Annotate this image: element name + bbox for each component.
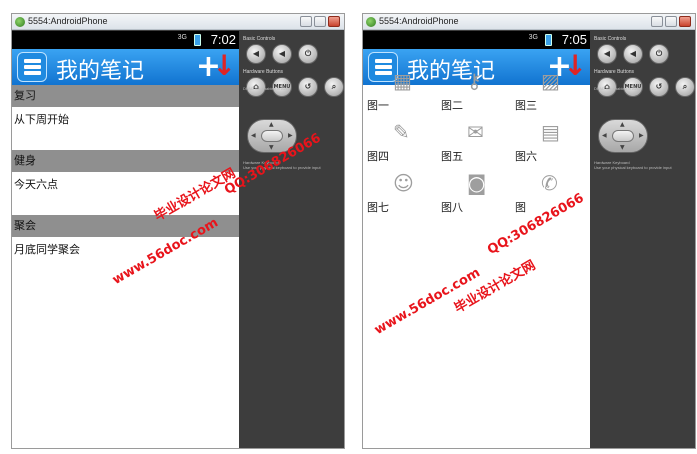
search-icon[interactable]: ⌕ (324, 77, 344, 97)
window-titlebar[interactable]: 5554:AndroidPhone (363, 14, 695, 30)
dpad-down-icon[interactable]: ▼ (620, 144, 625, 151)
action-bar: 我的笔记 + ↓ (12, 49, 239, 85)
dpad-center[interactable] (612, 130, 634, 142)
grid-item[interactable]: ✉ 图五 (437, 120, 507, 176)
phone-screen: 3G 7:05 我的笔记 + ↓ ▦ 图一 ⚷ 图二 ▨ 图三 ✎ 图四 ✉ 图… (363, 31, 590, 448)
dpad-right-icon[interactable]: ▶ (288, 132, 293, 139)
grid-item[interactable]: ▤ 图六 (511, 120, 581, 176)
keyboard-desc: Use your physical keyboard to provide in… (594, 165, 672, 170)
grid-item[interactable]: ✎ 图四 (363, 120, 433, 176)
hardware-buttons-label: Hardware Buttons (594, 69, 635, 75)
phone-screen: 3G 7:02 我的笔记 + ↓ 复习 从下周开始 健身 今天六点 聚会 月底同… (12, 31, 239, 448)
app-title: 我的笔记 (56, 59, 145, 84)
dpad-right-icon[interactable]: ▶ (639, 132, 644, 139)
dpad-note: DPAD not enabled in AVD (243, 86, 289, 91)
battery-icon (194, 34, 201, 46)
grid-item[interactable]: ⚷ 图二 (437, 69, 507, 125)
back-icon[interactable]: ↺ (298, 77, 318, 97)
note-item[interactable]: 从下周开始 (12, 107, 239, 150)
window-titlebar[interactable]: 5554:AndroidPhone (12, 14, 344, 30)
signal-icon: 3G (177, 34, 187, 41)
app-icon (366, 17, 376, 27)
document-icon: ▤ (541, 120, 560, 144)
app-icon (15, 17, 25, 27)
grid-label: 图三 (515, 99, 537, 112)
dpad-up-icon[interactable]: ▲ (620, 121, 625, 128)
status-time: 7:02 (210, 32, 236, 47)
arrow-down-icon[interactable]: ↓ (213, 50, 236, 82)
grid-label: 图五 (441, 150, 463, 163)
camera-icon: ◙ (467, 171, 487, 195)
mail-icon: ✉ (467, 120, 484, 144)
dpad-down-icon[interactable]: ▼ (269, 144, 274, 151)
grid-label: 图六 (515, 150, 537, 163)
maximize-button[interactable] (314, 16, 326, 27)
dpad-left-icon[interactable]: ◀ (602, 132, 607, 139)
close-button[interactable] (328, 16, 340, 27)
grid-item[interactable]: ☺ 图七 (363, 171, 433, 227)
contacts-icon: ☺ (393, 171, 414, 195)
minimize-button[interactable] (651, 16, 663, 27)
emulator-control-panel: Basic Controls ◀ ◀ ⏻ Hardware Buttons ⌂ … (239, 31, 344, 448)
emulator-window-left: 5554:AndroidPhone 3G 7:02 我的笔记 + ↓ 复习 从下… (11, 13, 345, 449)
signal-icon: 3G (528, 34, 538, 41)
window-title: 5554:AndroidPhone (379, 16, 459, 26)
window-title: 5554:AndroidPhone (28, 16, 108, 26)
volume-down-icon[interactable]: ◀ (246, 44, 266, 64)
dpad-left-icon[interactable]: ◀ (251, 132, 256, 139)
phone-icon: ✆ (541, 171, 558, 195)
power-icon[interactable]: ⏻ (649, 44, 669, 64)
basic-controls-label: Basic Controls (594, 36, 627, 42)
menu-icon[interactable] (17, 52, 47, 82)
emulator-control-panel: Basic Controls ◀ ◀ ⏻ Hardware Buttons ⌂ … (590, 31, 695, 448)
volume-up-icon[interactable]: ◀ (623, 44, 643, 64)
status-bar: 3G 7:02 (12, 31, 239, 49)
grid-label: 图二 (441, 99, 463, 112)
grid-label: 图八 (441, 201, 463, 214)
dpad-note: DPAD not enabled in AVD (594, 86, 640, 91)
grid-label: 图一 (367, 99, 389, 112)
back-icon[interactable]: ↺ (649, 77, 669, 97)
dpad[interactable]: ▲ ▼ ◀ ▶ (598, 119, 648, 153)
dpad-up-icon[interactable]: ▲ (269, 121, 274, 128)
search-icon[interactable]: ⌕ (675, 77, 695, 97)
grid-label: 图 (515, 201, 526, 214)
calendar-icon: ▦ (393, 69, 412, 93)
hardware-buttons-label: Hardware Buttons (243, 69, 284, 75)
minimize-button[interactable] (300, 16, 312, 27)
status-time: 7:05 (561, 32, 587, 47)
grid-label: 图四 (367, 150, 389, 163)
grid-item[interactable]: ◙ 图八 (437, 171, 507, 227)
picture-icon: ▨ (541, 69, 560, 93)
volume-down-icon[interactable]: ◀ (597, 44, 617, 64)
volume-up-icon[interactable]: ◀ (272, 44, 292, 64)
dpad-center[interactable] (261, 130, 283, 142)
power-icon[interactable]: ⏻ (298, 44, 318, 64)
battery-icon (545, 34, 552, 46)
grid-item[interactable]: ▨ 图三 (511, 69, 581, 125)
pencil-icon: ✎ (393, 120, 410, 144)
grid-item[interactable]: ▦ 图一 (363, 69, 433, 125)
status-bar: 3G 7:05 (363, 31, 590, 49)
maximize-button[interactable] (665, 16, 677, 27)
category-header[interactable]: 健身 (12, 150, 239, 172)
category-header[interactable]: 复习 (12, 85, 239, 107)
grid-label: 图七 (367, 201, 389, 214)
key-icon: ⚷ (467, 69, 482, 93)
basic-controls-label: Basic Controls (243, 36, 276, 42)
close-button[interactable] (679, 16, 691, 27)
keyboard-note: Hardware Keyboard Use your physical keyb… (594, 160, 694, 170)
